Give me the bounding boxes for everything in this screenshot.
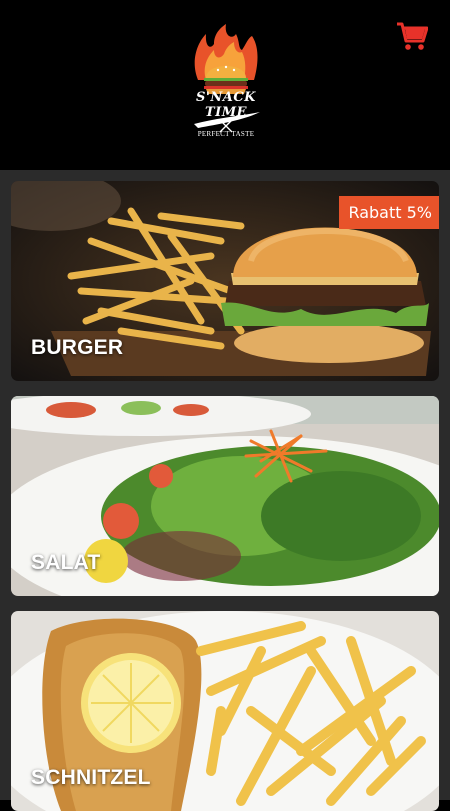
burger-flame-icon bbox=[194, 24, 260, 133]
category-card-salat[interactable]: SALAT bbox=[11, 396, 439, 596]
category-label-salat: SALAT bbox=[31, 551, 101, 574]
shopping-cart-button[interactable] bbox=[396, 20, 429, 52]
category-card-schnitzel[interactable]: SCHNITZEL bbox=[11, 611, 439, 811]
discount-badge: Rabatt 5% bbox=[339, 196, 439, 229]
category-label-schnitzel: SCHNITZEL bbox=[31, 766, 151, 789]
category-card-burger[interactable]: Rabatt 5% BURGER bbox=[11, 181, 439, 381]
brand-tagline: PERFECT TASTE bbox=[197, 130, 255, 138]
app-header: S'NACK TIME PERFECT TASTE bbox=[0, 0, 450, 170]
category-list: Rabatt 5% BURGER SALAT SCHNITZEL bbox=[0, 170, 450, 811]
brand-name: S'NACK TIME bbox=[196, 90, 256, 120]
brand-logo: S'NACK TIME PERFECT TASTE bbox=[180, 20, 272, 144]
shopping-cart-icon bbox=[397, 22, 429, 50]
category-label-burger: BURGER bbox=[31, 336, 124, 359]
